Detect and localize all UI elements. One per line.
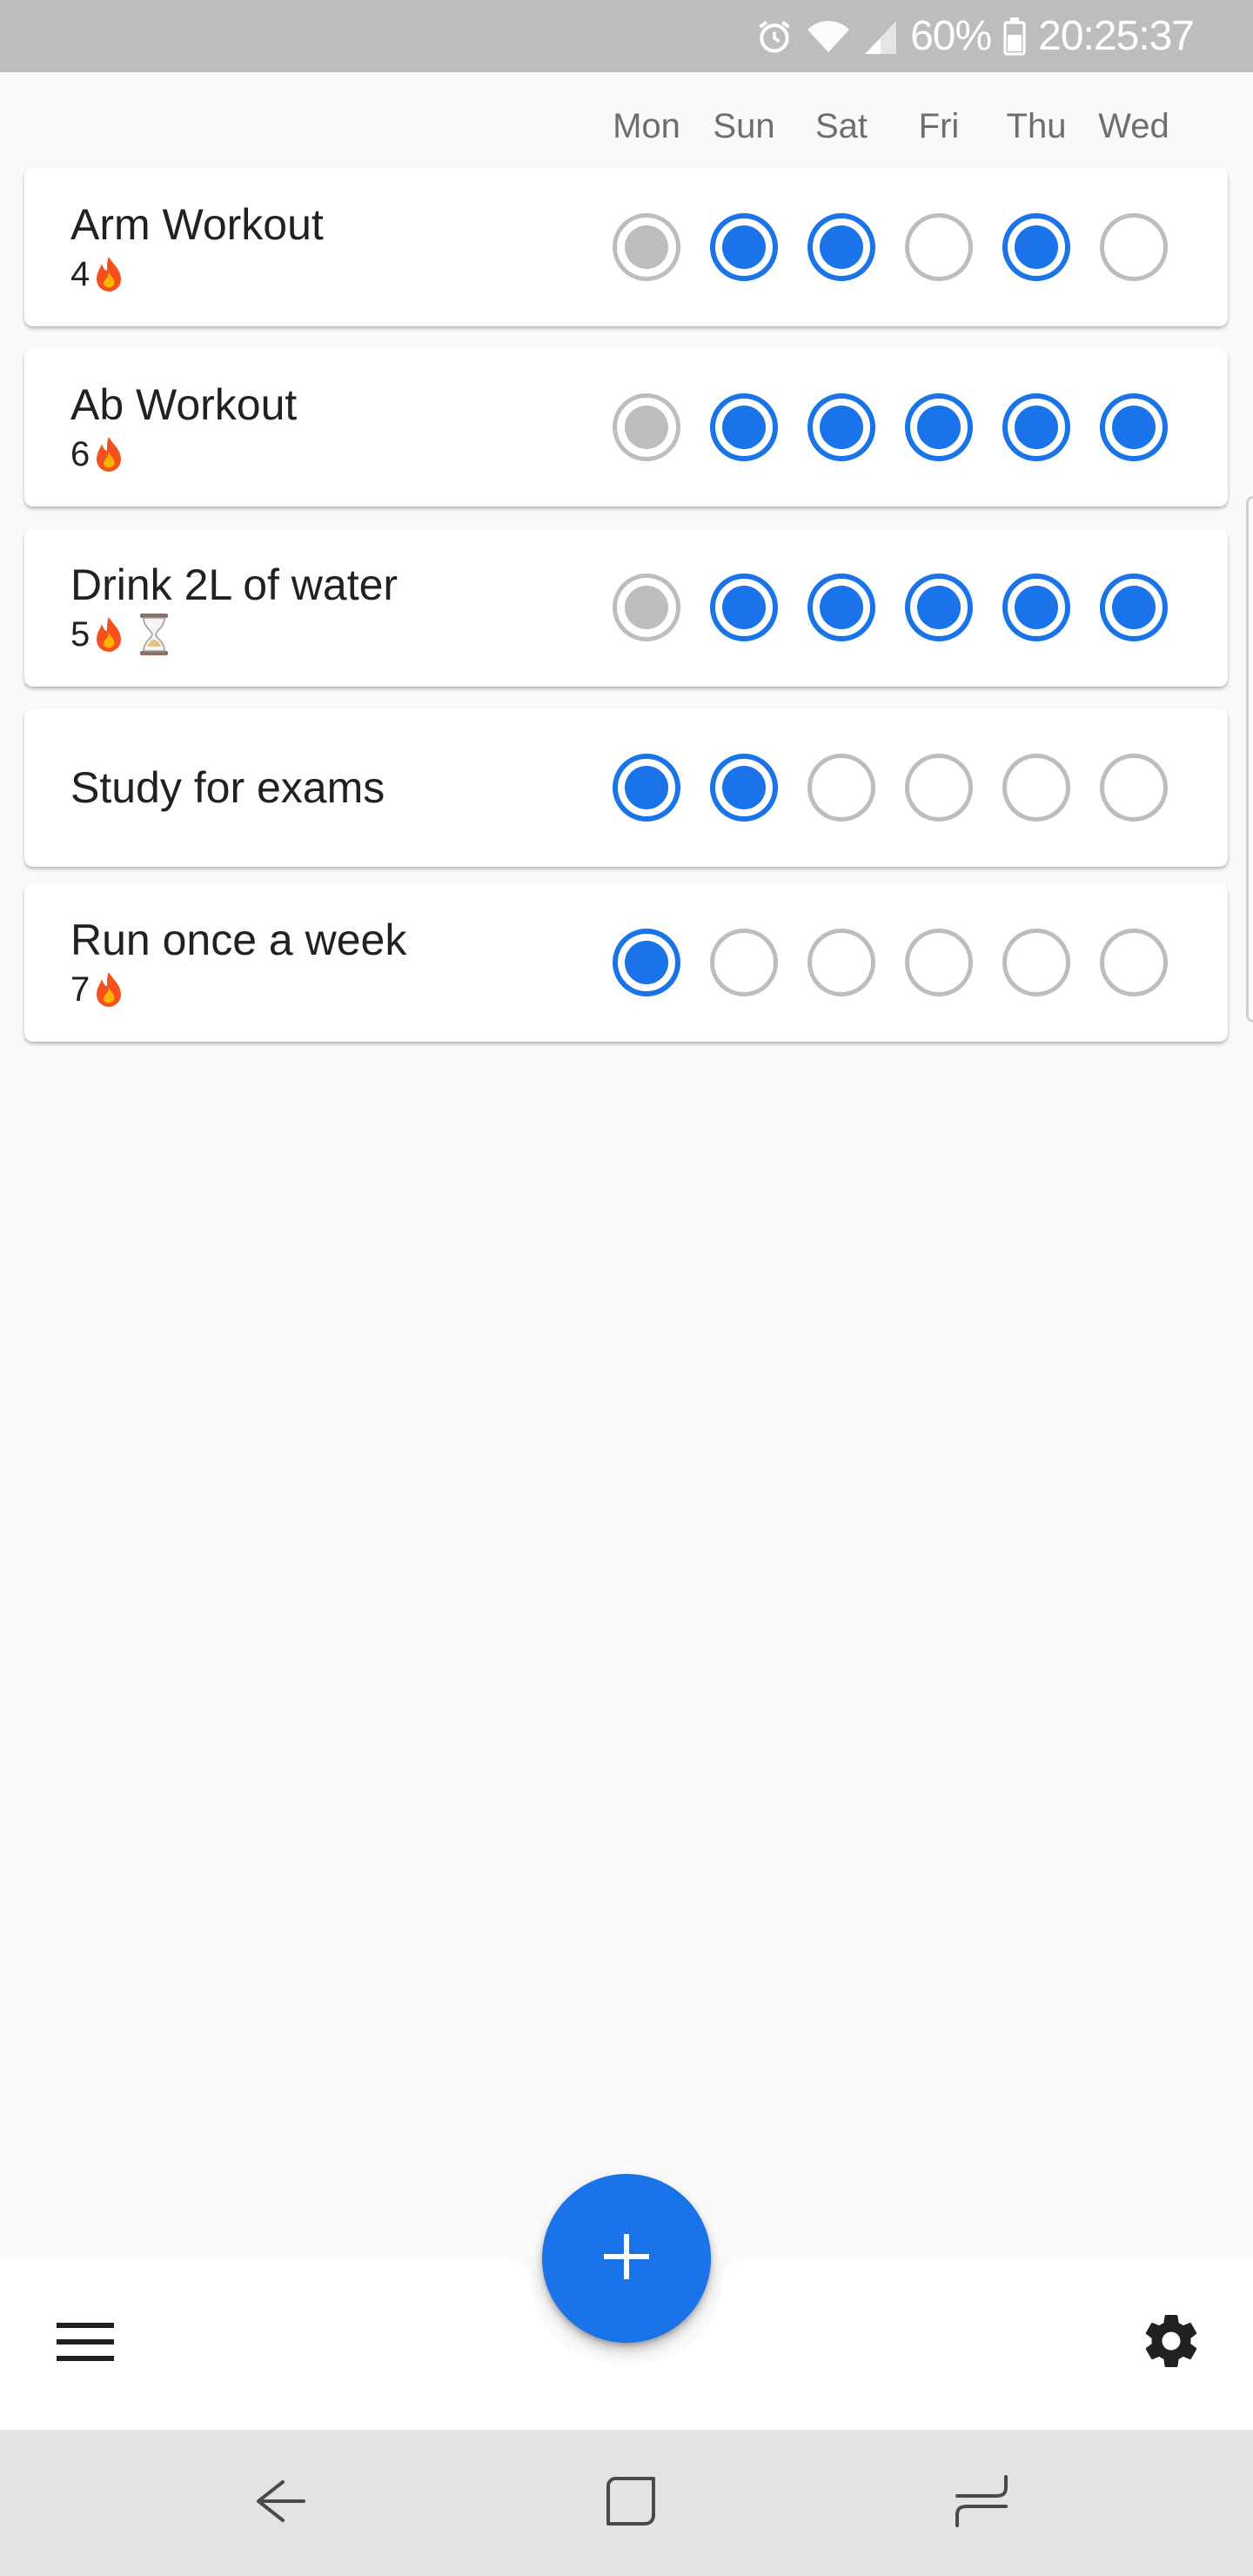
streak-count: 7 xyxy=(70,970,90,1009)
habit-info: Study for exams xyxy=(70,708,593,867)
habit-card[interactable]: Run once a week 7 xyxy=(24,883,1228,1042)
check-circle-mon-done[interactable] xyxy=(613,929,680,996)
habit-card[interactable]: Ab Workout 6 xyxy=(24,348,1228,506)
check-circle-fri-empty[interactable] xyxy=(905,213,973,281)
check-circle-sun-done[interactable] xyxy=(710,574,778,641)
check-circle-sat-done[interactable] xyxy=(807,213,875,281)
habit-info: Ab Workout 6 xyxy=(70,348,593,506)
add-habit-button[interactable] xyxy=(542,2174,711,2343)
fire-icon xyxy=(91,255,126,293)
habit-streak: 5 xyxy=(70,613,593,656)
day-label-sun: Sun xyxy=(713,107,775,145)
streak-count: 6 xyxy=(70,435,90,473)
check-circle-thu-done[interactable] xyxy=(1002,213,1070,281)
recents-button[interactable] xyxy=(947,2468,1016,2538)
home-icon xyxy=(603,2473,659,2533)
settings-button[interactable] xyxy=(1135,2306,1208,2379)
check-circle-sat-empty[interactable] xyxy=(807,754,875,822)
day-label-thu: Thu xyxy=(1006,107,1067,145)
check-circle-wed-empty[interactable] xyxy=(1100,213,1168,281)
wifi-icon xyxy=(806,17,851,56)
check-circle-fri-empty[interactable] xyxy=(905,754,973,822)
habit-streak: 6 xyxy=(70,433,593,476)
habit-streak: 4 xyxy=(70,252,593,296)
gear-icon xyxy=(1140,2310,1203,2377)
status-bar: 60% 20:25:37 xyxy=(0,0,1253,72)
fire-icon xyxy=(91,970,126,1009)
habit-info: Drink 2L of water 5 xyxy=(70,528,593,687)
check-circle-sun-done[interactable] xyxy=(710,393,778,461)
recents-icon xyxy=(954,2473,1009,2533)
check-circle-thu-empty[interactable] xyxy=(1002,754,1070,822)
streak-count: 5 xyxy=(70,615,90,654)
check-circle-sun-empty[interactable] xyxy=(710,929,778,996)
back-button[interactable] xyxy=(246,2468,316,2538)
check-circle-sat-empty[interactable] xyxy=(807,929,875,996)
habit-name: Arm Workout xyxy=(70,200,324,249)
check-circle-sun-done[interactable] xyxy=(710,754,778,822)
check-circle-mon-skipped[interactable] xyxy=(613,213,680,281)
check-circle-fri-done[interactable] xyxy=(905,393,973,461)
check-circle-wed-empty[interactable] xyxy=(1100,929,1168,996)
fire-icon xyxy=(91,435,126,473)
menu-button[interactable] xyxy=(50,2312,120,2375)
check-circle-wed-done[interactable] xyxy=(1100,393,1168,461)
check-circle-mon-done[interactable] xyxy=(613,754,680,822)
battery-percent: 60% xyxy=(910,13,992,59)
plus-icon xyxy=(600,2231,653,2287)
clock-time: 20:25:37 xyxy=(1038,13,1195,59)
habit-tracker-screen: 60% 20:25:37 Mon Sun Sat Fri Thu Wed Arm Work… xyxy=(0,0,1253,2576)
habit-name: Run once a week xyxy=(70,916,407,964)
check-circle-mon-skipped[interactable] xyxy=(613,574,680,641)
day-label-fri: Fri xyxy=(918,107,960,145)
home-button[interactable] xyxy=(596,2468,666,2538)
check-circle-thu-empty[interactable] xyxy=(1002,929,1070,996)
check-circle-mon-skipped[interactable] xyxy=(613,393,680,461)
habit-name: Ab Workout xyxy=(70,380,298,429)
streak-count: 4 xyxy=(70,255,90,293)
check-circle-wed-done[interactable] xyxy=(1100,574,1168,641)
day-label-wed: Wed xyxy=(1098,107,1169,145)
system-nav-bar xyxy=(0,2430,1253,2576)
back-icon xyxy=(253,2473,309,2533)
hourglass-icon xyxy=(138,614,170,655)
check-circle-wed-empty[interactable] xyxy=(1100,754,1168,822)
alarm-icon xyxy=(755,17,794,56)
day-header: Mon Sun Sat Fri Thu Wed xyxy=(0,96,1253,157)
check-circle-sun-done[interactable] xyxy=(710,213,778,281)
habit-card[interactable]: Study for exams xyxy=(24,708,1228,867)
day-label-sat: Sat xyxy=(814,107,868,145)
habit-info: Arm Workout 4 xyxy=(70,168,593,326)
habit-streak: 7 xyxy=(70,968,593,1011)
check-circle-thu-done[interactable] xyxy=(1002,574,1070,641)
signal-icon xyxy=(863,17,898,56)
habit-card[interactable]: Drink 2L of water 5 xyxy=(24,528,1228,687)
check-circle-sat-done[interactable] xyxy=(807,574,875,641)
habit-name: Study for exams xyxy=(70,763,385,812)
check-circle-fri-empty[interactable] xyxy=(905,929,973,996)
hamburger-menu-icon xyxy=(57,2320,114,2368)
habit-name: Drink 2L of water xyxy=(70,560,399,609)
check-circle-sat-done[interactable] xyxy=(807,393,875,461)
check-circle-thu-done[interactable] xyxy=(1002,393,1070,461)
fire-icon xyxy=(91,615,126,654)
habit-info: Run once a week 7 xyxy=(70,883,593,1042)
battery-icon xyxy=(1003,17,1026,56)
day-label-mon: Mon xyxy=(613,107,680,145)
status-icons: 60% 20:25:37 xyxy=(755,0,1195,72)
habit-card[interactable]: Arm Workout 4 xyxy=(24,168,1228,326)
check-circle-fri-done[interactable] xyxy=(905,574,973,641)
edge-panel-handle[interactable] xyxy=(1246,496,1253,1023)
